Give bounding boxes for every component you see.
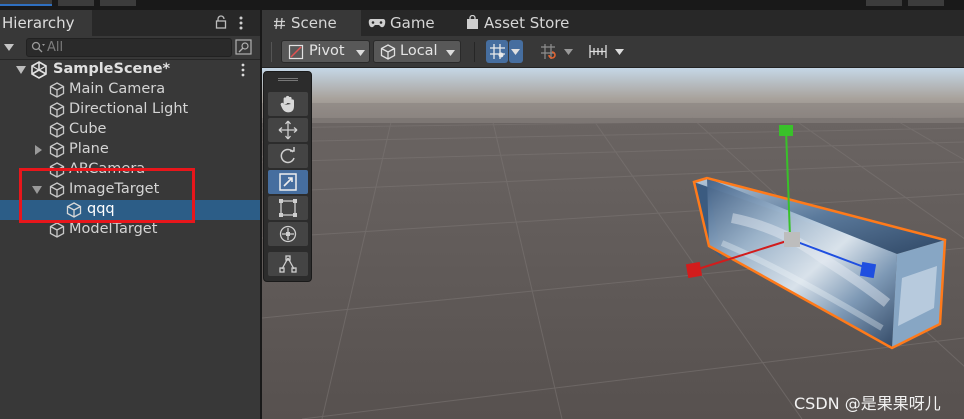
more-options-icon[interactable] — [236, 14, 246, 32]
ruler-snap-dropdown[interactable] — [586, 40, 628, 63]
tree-item-label: Plane — [69, 141, 109, 157]
top-button[interactable] — [58, 0, 94, 6]
scene-render — [262, 68, 964, 419]
transform-tool-button[interactable] — [268, 222, 308, 246]
local-dropdown[interactable]: Local — [373, 40, 461, 63]
toolbar-separator — [474, 42, 475, 62]
grid-snap-toggle[interactable] — [486, 40, 508, 63]
tab-asset-store-label: Asset Store — [484, 14, 570, 32]
rotate-tool-button[interactable] — [268, 144, 308, 168]
increment-snap-icon — [541, 44, 556, 59]
top-button[interactable] — [866, 0, 902, 6]
rect-transform-icon — [279, 199, 297, 217]
tree-item-plane[interactable]: Plane — [0, 140, 260, 160]
tree-item-modeltarget[interactable]: ModelTarget — [0, 220, 260, 240]
toolbar-grip — [271, 42, 272, 62]
top-button[interactable] — [0, 0, 52, 6]
gameobject-cube-icon — [49, 82, 65, 98]
tree-item-directional-light[interactable]: Directional Light — [0, 100, 260, 120]
hierarchy-search-field[interactable] — [26, 38, 232, 57]
tab-game-label: Game — [390, 14, 435, 32]
chevron-down-icon — [511, 49, 520, 55]
tree-item-cube[interactable]: Cube — [0, 120, 260, 140]
custom-editor-tool-icon — [279, 255, 297, 273]
tree-item-label: Main Camera — [69, 81, 166, 97]
hash-icon — [274, 17, 285, 30]
scene-tools-overlay — [263, 71, 312, 282]
search-input[interactable] — [47, 39, 227, 56]
watermark: CSDN @是果果呀儿 — [794, 394, 941, 413]
tab-hierarchy[interactable]: Hierarchy — [0, 10, 92, 36]
chevron-down-icon — [615, 49, 624, 55]
chevron-down-icon — [446, 50, 455, 56]
scene-toolbar: Pivot Local — [262, 36, 964, 68]
scene-name: SampleScene* — [53, 61, 171, 77]
overlay-grip[interactable] — [278, 78, 298, 81]
chevron-down-icon — [564, 49, 573, 55]
grid-snap-icon — [490, 44, 505, 59]
top-strip — [0, 0, 964, 10]
top-button[interactable] — [908, 0, 944, 6]
gamepad-icon — [368, 19, 386, 28]
pivot-label: Pivot — [309, 43, 345, 59]
scene-tabbar: Scene Game Asset Store — [262, 10, 964, 36]
hierarchy-tabbar: Hierarchy — [0, 10, 260, 36]
rect-tool-button[interactable] — [268, 196, 308, 220]
move-icon — [278, 120, 298, 140]
tree-item-label: ModelTarget — [69, 221, 158, 237]
scene-row[interactable]: SampleScene* — [0, 60, 260, 80]
lock-icon[interactable] — [215, 15, 227, 29]
gameobject-cube-icon — [49, 102, 65, 118]
gameobject-cube-icon — [49, 122, 65, 138]
hierarchy-search-row — [0, 36, 260, 60]
hand-tool-button[interactable] — [268, 92, 308, 116]
increment-snap-dropdown[interactable] — [562, 40, 576, 63]
tab-game[interactable]: Game — [362, 10, 452, 36]
search-icon — [31, 41, 45, 53]
increment-snap-toggle[interactable] — [537, 40, 559, 63]
unity-scene-icon — [31, 61, 47, 79]
local-label: Local — [400, 43, 438, 59]
expand-arrow-icon[interactable] — [16, 65, 26, 75]
pivot-icon — [288, 44, 304, 60]
gameobject-cube-icon — [49, 222, 65, 238]
tree-item-label: Cube — [69, 121, 107, 137]
ruler-icon — [589, 45, 607, 58]
pivot-dropdown[interactable]: Pivot — [281, 40, 370, 63]
hand-icon — [280, 95, 294, 113]
scene-viewport[interactable] — [262, 68, 964, 419]
tab-scene[interactable]: Scene — [262, 10, 361, 36]
gameobject-cube-icon — [49, 142, 65, 158]
rotate-icon — [280, 147, 295, 164]
scale-icon — [279, 173, 297, 191]
red-highlight-annotation — [19, 168, 195, 223]
top-button[interactable] — [100, 0, 136, 6]
shopping-bag-icon — [467, 15, 478, 29]
tab-scene-label: Scene — [291, 14, 337, 32]
transform-icon — [279, 225, 297, 243]
scale-tool-button[interactable] — [268, 170, 308, 194]
chevron-down-icon — [356, 50, 365, 56]
scene-search-filter-icon[interactable] — [234, 39, 254, 56]
collapsed-arrow-icon[interactable] — [33, 145, 43, 155]
create-dropdown-icon[interactable] — [2, 41, 16, 53]
move-tool-button[interactable] — [268, 118, 308, 142]
local-cube-icon — [380, 44, 396, 60]
tree-item-main-camera[interactable]: Main Camera — [0, 80, 260, 100]
grid-snap-dropdown[interactable] — [509, 40, 523, 63]
tab-asset-store[interactable]: Asset Store — [460, 10, 580, 36]
tree-item-label: Directional Light — [69, 101, 189, 117]
scene-menu-icon[interactable] — [240, 62, 246, 78]
custom-tool-button[interactable] — [268, 252, 308, 276]
